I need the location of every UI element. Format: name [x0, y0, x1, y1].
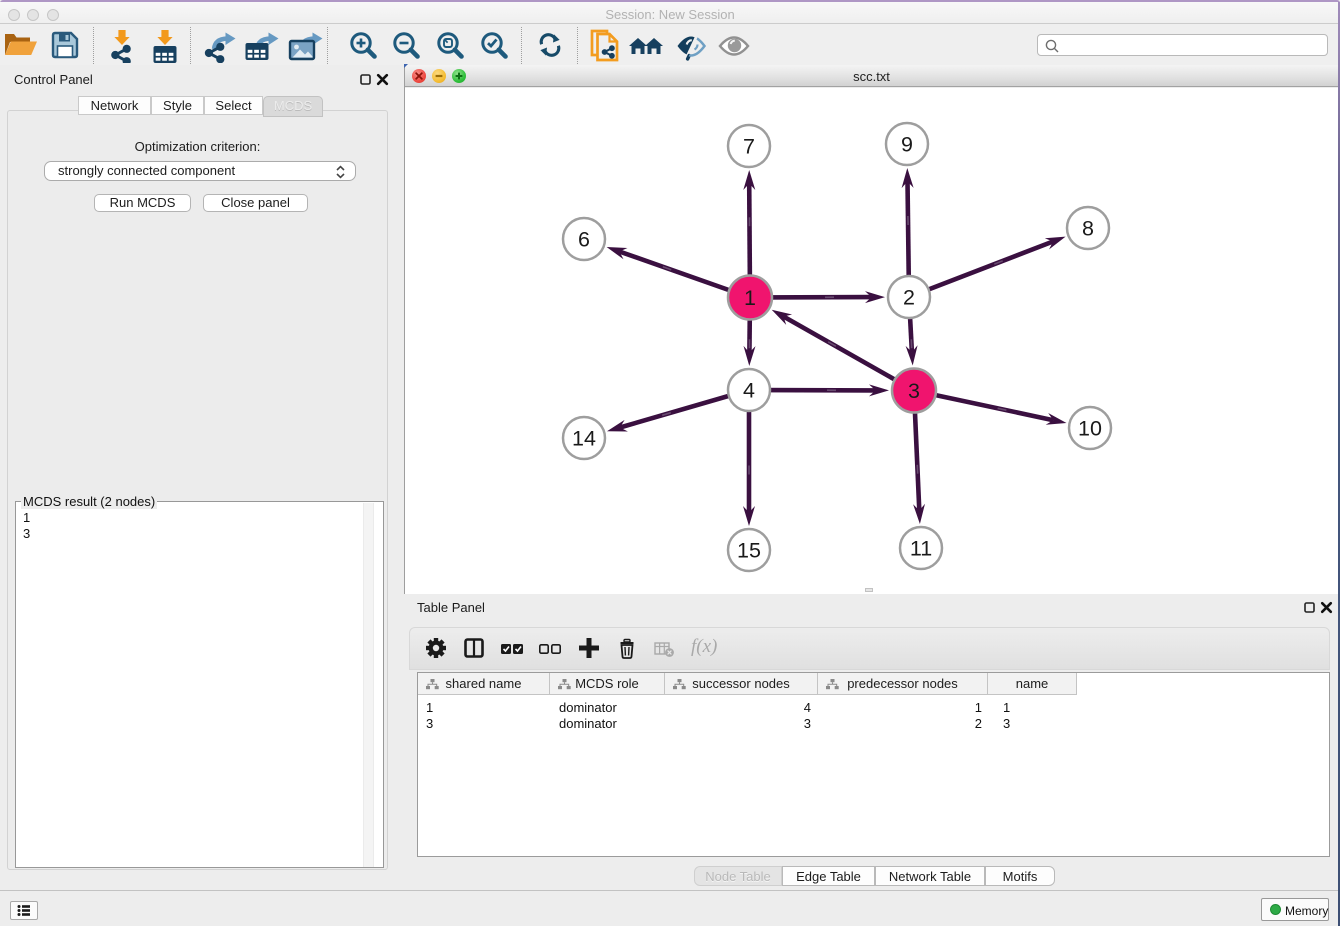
svg-text:9: 9 — [901, 133, 913, 157]
svg-text:11: 11 — [910, 537, 932, 561]
svg-text:3: 3 — [908, 379, 920, 403]
svg-text:6: 6 — [578, 228, 590, 252]
svg-text:10: 10 — [1078, 417, 1102, 441]
svg-text:1: 1 — [744, 286, 756, 310]
svg-text:14: 14 — [572, 427, 596, 451]
svg-text:4: 4 — [743, 379, 755, 403]
svg-text:15: 15 — [737, 539, 761, 563]
svg-text:8: 8 — [1082, 217, 1094, 241]
svg-text:2: 2 — [903, 286, 915, 310]
svg-text:7: 7 — [743, 135, 755, 159]
